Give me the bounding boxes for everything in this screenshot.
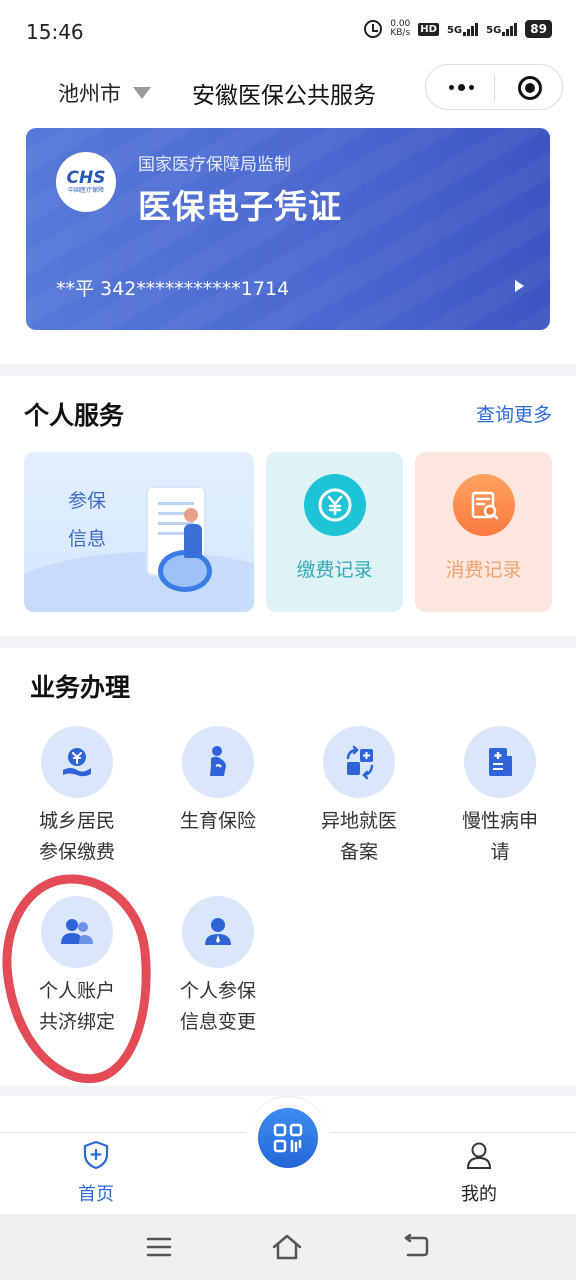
insured-info-label-line1: 参保 [68, 490, 107, 512]
signal-2-icon: 5G [486, 22, 518, 36]
signal-1-icon: 5G [446, 22, 479, 36]
insured-info-label: 参保 信息 [68, 482, 112, 558]
biz-label-line1: 生育保险 [179, 810, 256, 832]
insured-info-label-line2: 信息 [68, 528, 107, 550]
user-outline-icon [466, 1142, 492, 1169]
biz-label-line1: 城乡居民 [38, 810, 115, 832]
signal-2-label: 5G [486, 24, 502, 36]
yen-hand-icon [41, 726, 113, 798]
system-navigation-bar [0, 1214, 576, 1280]
chevron-right-icon[interactable] [515, 280, 524, 292]
status-icons: 0.00 KB/s HD 5G 5G 89 [364, 20, 552, 38]
biz-item-personal-account-mutual-binding[interactable]: 个人账户 共济绑定 [17, 896, 137, 1038]
biz-label-line1: 慢性病申 [461, 810, 538, 832]
biz-label: 异地就医 备案 [299, 806, 419, 868]
insured-info-card[interactable]: 参保 信息 [24, 452, 254, 612]
biz-label-line1: 个人参保 [179, 980, 256, 1002]
biz-item-offsite-medical-filing[interactable]: 异地就医 备案 [299, 726, 419, 868]
back-icon[interactable] [398, 1230, 432, 1264]
biz-item-resident-insurance-payment[interactable]: 城乡居民 参保缴费 [17, 726, 137, 868]
receipt-search-icon [453, 474, 515, 536]
header: 池州市 安徽医保公共服务 [0, 62, 576, 126]
tab-mine-label: 我的 [461, 1184, 497, 1205]
biz-label: 慢性病申 请 [440, 806, 560, 868]
net-speed-unit: KB/s [390, 28, 411, 38]
card-holder: **平 342***********1714 [56, 278, 290, 300]
user-icon [182, 896, 254, 968]
biz-label: 个人账户 共济绑定 [17, 976, 137, 1038]
biz-label-line2: 参保缴费 [38, 841, 115, 863]
biz-label-line1: 异地就医 [320, 810, 397, 832]
biz-label-line1: 个人账户 [38, 980, 115, 1002]
biz-label-line2: 备案 [339, 841, 378, 863]
scan-qr-button[interactable] [258, 1108, 318, 1168]
mini-program-capsule [425, 64, 563, 110]
home-icon[interactable] [270, 1230, 304, 1264]
pregnant-woman-icon [182, 726, 254, 798]
tab-home-label: 首页 [78, 1184, 114, 1205]
chs-logo: CHS 中国医疗保障 [56, 152, 116, 212]
alarm-icon [364, 20, 383, 38]
biz-label: 个人参保 信息变更 [158, 976, 278, 1038]
query-more-link[interactable]: 查询更多 [476, 400, 552, 427]
payment-records-label: 缴费记录 [296, 559, 373, 581]
biz-item-maternity-insurance[interactable]: 生育保险 [158, 726, 278, 837]
qr-code-icon [273, 1123, 303, 1153]
wave-decoration [24, 552, 254, 612]
hd-icon: HD [418, 22, 439, 36]
biz-label: 生育保险 [158, 806, 278, 837]
business-section: 业务办理 城乡居民 参保缴费 生育保险 异地就医 备案 慢性病申 请 个人账户 … [0, 648, 576, 1086]
city-name: 池州市 [58, 82, 121, 106]
menu-icon[interactable] [142, 1230, 176, 1264]
chs-logo-text: CHS [66, 167, 106, 188]
bottom-tab-bar: 首页 我的 [0, 1096, 576, 1214]
medical-insurance-card[interactable]: CHS 中国医疗保障 国家医疗保障局监制 医保电子凭证 **平 342*****… [26, 128, 550, 330]
city-selector[interactable]: 池州市 [58, 78, 151, 108]
personal-services-title: 个人服务 [24, 401, 125, 430]
status-bar: 15:46 0.00 KB/s HD 5G 5G 89 [0, 0, 576, 62]
biz-label: 城乡居民 参保缴费 [17, 806, 137, 868]
page-title: 安徽医保公共服务 [192, 83, 376, 109]
status-time: 15:46 [26, 20, 84, 44]
tab-home[interactable]: 首页 [41, 1140, 151, 1206]
net-speed: 0.00 KB/s [390, 20, 410, 38]
biz-label-line2: 信息变更 [179, 1011, 256, 1033]
biz-label-line2: 共济绑定 [38, 1011, 115, 1033]
signal-1-label: 5G [446, 24, 463, 36]
chs-logo-subtext: 中国医疗保障 [67, 186, 104, 194]
shield-plus-icon [83, 1140, 109, 1170]
battery-icon: 89 [525, 20, 552, 38]
biz-item-chronic-disease-application[interactable]: 慢性病申 请 [440, 726, 560, 868]
medical-record-icon [464, 726, 536, 798]
close-target-icon[interactable] [518, 76, 542, 100]
tab-mine[interactable]: 我的 [424, 1140, 534, 1206]
business-title: 业务办理 [30, 673, 131, 702]
person-illustration-icon [184, 508, 202, 568]
payment-records-card[interactable]: 缴费记录 [266, 452, 403, 612]
biz-label-line2: 请 [490, 841, 510, 863]
consumption-records-card[interactable]: 消费记录 [415, 452, 552, 612]
users-icon [41, 896, 113, 968]
chevron-down-icon [133, 87, 151, 99]
consumption-records-label: 消费记录 [445, 559, 522, 581]
card-supervision: 国家医疗保障局监制 [138, 155, 291, 175]
yen-circle-icon [304, 474, 366, 536]
biz-item-personal-insurance-info-change[interactable]: 个人参保 信息变更 [158, 896, 278, 1038]
capsule-divider [494, 75, 495, 101]
personal-services-section: 个人服务 查询更多 参保 信息 缴费记录 消费记录 [0, 376, 576, 636]
transfer-icon [323, 726, 395, 798]
card-section: CHS 中国医疗保障 国家医疗保障局监制 医保电子凭证 **平 342*****… [0, 126, 576, 364]
more-menu-icon[interactable] [444, 77, 478, 97]
card-title: 医保电子凭证 [138, 187, 342, 226]
